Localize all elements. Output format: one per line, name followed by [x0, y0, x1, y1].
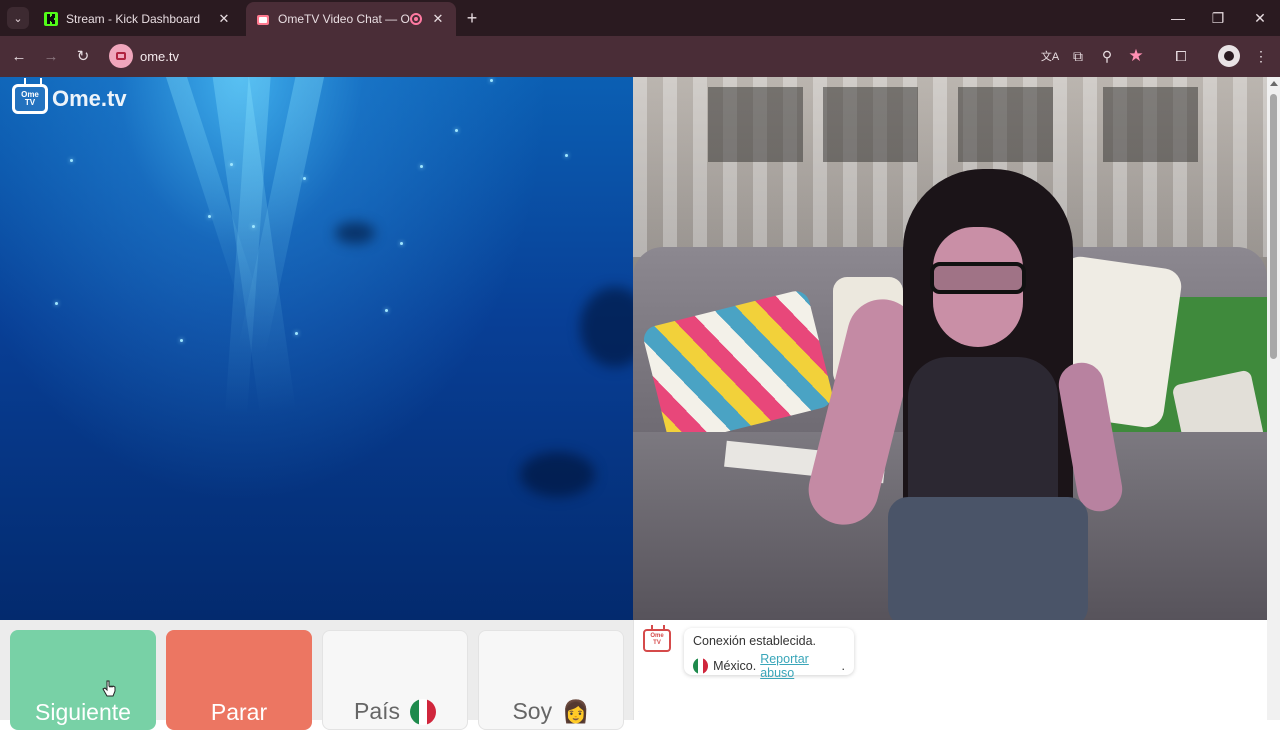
period: . [841, 659, 845, 673]
particle [455, 129, 458, 132]
underwater-shadow [335, 222, 375, 244]
logo-text: Ome.tv [52, 86, 127, 111]
stop-button[interactable]: Parar [166, 630, 312, 730]
stranger-country: México. [713, 659, 757, 673]
forward-icon[interactable]: → [40, 45, 62, 67]
report-abuse-link[interactable]: Reportar abuso [760, 652, 841, 680]
particle [490, 79, 493, 82]
particle [565, 154, 568, 157]
particle [303, 177, 306, 180]
scroll-thumb[interactable] [1270, 94, 1277, 359]
close-tab-icon[interactable]: ✕ [430, 11, 446, 27]
ometv-logo[interactable]: Ome TV Ome.tv [12, 84, 127, 114]
zoom-icon[interactable]: ⚲ [1096, 45, 1118, 67]
particle [400, 242, 403, 245]
minimize-icon[interactable]: — [1168, 8, 1188, 28]
particle [252, 225, 255, 228]
ometv-page: Ome TV Ome.tv Siguiente Parar País Soy 👩… [0, 77, 1280, 730]
gender-button-label: Soy [512, 698, 553, 724]
window-pane [958, 87, 1053, 162]
particle [70, 159, 73, 162]
underwater-shadow [580, 287, 633, 367]
tv-logo-icon: Ome TV [12, 84, 48, 114]
particle [208, 215, 211, 218]
system-message: Conexión establecida. México. Reportar a… [684, 628, 854, 680]
stop-button-label: Parar [210, 699, 268, 725]
particle [230, 163, 233, 166]
connection-status: Conexión establecida. [693, 634, 816, 648]
country-button-label: País [353, 698, 401, 724]
profile-avatar[interactable] [1218, 45, 1240, 67]
particle [295, 332, 298, 335]
mexico-flag-icon [693, 658, 709, 674]
url-text[interactable]: ome.tv [140, 49, 179, 64]
underwater-shadow [520, 452, 595, 497]
ometv-icon [256, 12, 270, 26]
next-button-label: Siguiente [35, 699, 131, 725]
ometv-chat-icon: Ome TV [643, 625, 671, 652]
particle [55, 302, 58, 305]
translate-icon[interactable]: 文A [1039, 45, 1061, 67]
country-button[interactable]: País [322, 630, 468, 730]
particle [420, 165, 423, 168]
gender-button[interactable]: Soy 👩 [478, 630, 624, 730]
tab-search-icon[interactable]: ⌄ [7, 7, 29, 29]
page-scrollbar[interactable] [1267, 77, 1280, 720]
extensions-icon[interactable]: ⧠ [1170, 45, 1192, 67]
new-tab-icon[interactable]: + [462, 8, 482, 28]
woman-icon: 👩 [562, 699, 590, 724]
reload-icon[interactable]: ↻ [72, 45, 94, 67]
tab-bar: ⌄ Stream - Kick Dashboard ✕ OmeTV Video … [0, 0, 1280, 36]
close-tab-icon[interactable]: ✕ [216, 11, 232, 27]
chat-panel: Ome TV Conexión establecida. México. Repo… [633, 620, 1267, 720]
particle [385, 309, 388, 312]
window-pane [823, 87, 918, 162]
tab-ometv[interactable]: OmeTV Video Chat — Ome ✕ [246, 2, 456, 36]
mexico-flag-icon [410, 699, 437, 725]
window-pane [708, 87, 803, 162]
site-info-icon[interactable] [109, 44, 133, 68]
scroll-up-icon[interactable] [1270, 81, 1278, 86]
local-video: Ome TV Ome.tv [0, 77, 633, 620]
menu-icon[interactable]: ⋮ [1250, 45, 1272, 67]
maximize-icon[interactable]: ❐ [1208, 8, 1228, 28]
recording-icon [410, 13, 422, 25]
address-bar[interactable]: ome.tv [106, 41, 1158, 71]
window-pane [1103, 87, 1198, 162]
person-top [908, 357, 1058, 517]
particle [180, 339, 183, 342]
person-legs [888, 497, 1088, 620]
glasses [930, 262, 1026, 294]
back-icon[interactable]: ← [8, 45, 30, 67]
next-button[interactable]: Siguiente [10, 630, 156, 730]
kick-icon [44, 12, 58, 26]
tab-kick-dashboard[interactable]: Stream - Kick Dashboard ✕ [34, 2, 242, 36]
bookmark-star-icon[interactable]: ★ [1125, 45, 1147, 67]
close-window-icon[interactable]: ✕ [1250, 8, 1270, 28]
hand-cursor-icon [102, 680, 116, 697]
controls-panel: Siguiente Parar País Soy 👩 [0, 620, 633, 730]
cast-icon[interactable]: ⧉ [1067, 45, 1089, 67]
browser-toolbar: ← → ↻ ome.tv 文A ⧉ ⚲ ★ ⧠ ⋮ [0, 36, 1280, 77]
tab-title: OmeTV Video Chat — Ome [278, 12, 410, 26]
remote-video [633, 77, 1267, 620]
tab-title: Stream - Kick Dashboard [66, 12, 201, 26]
